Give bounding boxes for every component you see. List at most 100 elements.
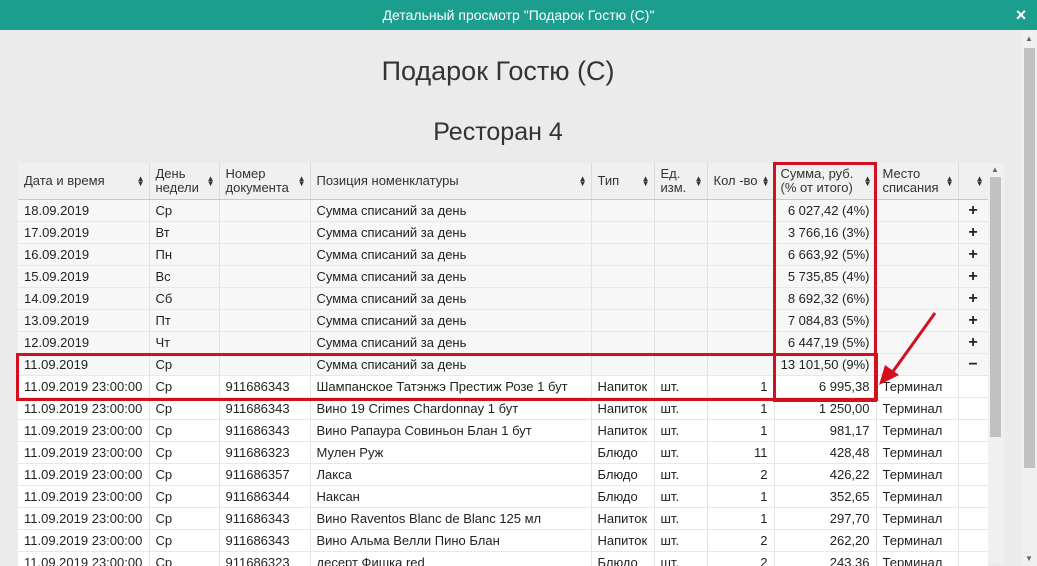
sum-cell: 428,48 [774,441,877,464]
position-cell: Сумма списаний за день [310,331,592,354]
table-scrollbar-thumb[interactable] [990,177,1001,437]
expand-icon[interactable]: + [958,265,988,288]
table-scrollbar[interactable]: ▲ [988,163,1004,563]
scroll-up-icon[interactable]: ▲ [991,165,999,174]
sort-icon[interactable]: ▲ ▼ [762,175,770,188]
sum-cell: 6 027,42 (4%) [774,199,877,222]
table-body: 18.09.2019 Ср Сумма списаний за день 6 027,… [18,199,988,566]
column-header-label: Кол -во [713,173,758,188]
doc-cell: 911686343 [219,529,311,552]
qty-cell: 1 [707,485,775,508]
sum-cell: 981,17 [774,419,877,442]
day-cell: Ср [149,419,220,442]
page-scrollbar-thumb[interactable] [1024,48,1035,468]
qty-cell: 1 [707,375,775,398]
type-cell: Блюдо [591,463,655,486]
day-cell: Ср [149,551,220,566]
type-cell: Напиток [591,507,655,530]
expand-icon[interactable]: + [958,221,988,244]
unit-cell [654,243,708,266]
position-cell: Сумма списаний за день [310,265,592,288]
column-header-7[interactable]: Сумма, руб. (% от итого) ▲ ▼ [774,163,877,200]
expand-icon[interactable]: + [958,331,988,354]
qty-cell [707,331,775,354]
doc-cell: 911686343 [219,397,311,420]
table-row-detail: 11.09.2019 23:00:00 Ср 911686357 Лакса Блюдо… [18,463,988,486]
column-header-0[interactable]: Дата и время ▲ ▼ [18,163,150,200]
column-header-label: Ед. изм. [660,166,687,195]
expand-icon[interactable]: + [958,287,988,310]
date-cell: 16.09.2019 [18,243,150,266]
qty-cell [707,221,775,244]
datetime-cell: 11.09.2019 23:00:00 [18,463,150,486]
place-cell: Терминал [876,507,959,530]
sort-icon[interactable]: ▲ ▼ [137,175,145,188]
doc-cell [219,199,311,222]
sum-cell: 6 663,92 (5%) [774,243,877,266]
sort-icon[interactable]: ▲ ▼ [298,175,306,188]
action-cell [958,441,988,464]
action-cell [958,485,988,508]
table-row-detail: 11.09.2019 23:00:00 Ср 911686344 Наксан Блюд… [18,485,988,508]
place-cell [876,221,959,244]
datetime-cell: 11.09.2019 23:00:00 [18,529,150,552]
sort-icon[interactable]: ▲ ▼ [695,175,703,188]
sort-icon[interactable]: ▲ ▼ [642,175,650,188]
type-cell: Блюдо [591,551,655,566]
column-header-6[interactable]: Кол -во ▲ ▼ [707,163,775,200]
day-cell: Ср [149,199,220,222]
qty-cell: 11 [707,441,775,464]
unit-cell [654,265,708,288]
unit-cell [654,309,708,332]
sort-icon[interactable]: ▲ ▼ [864,175,872,188]
type-cell: Напиток [591,375,655,398]
position-cell: Вино Raventos Blanc de Blanc 125 мл [310,507,592,530]
day-cell: Вт [149,221,220,244]
collapse-icon[interactable]: − [958,353,988,376]
column-header-8[interactable]: Место списания ▲ ▼ [876,163,959,200]
doc-cell [219,309,311,332]
page-scroll-up-icon[interactable]: ▲ [1025,34,1033,43]
doc-cell: 911686344 [219,485,311,508]
expand-icon[interactable]: + [958,243,988,266]
type-cell [591,331,655,354]
action-cell [958,463,988,486]
doc-cell [219,221,311,244]
date-cell: 17.09.2019 [18,221,150,244]
type-cell: Блюдо [591,485,655,508]
type-cell: Напиток [591,419,655,442]
unit-cell: шт. [654,507,708,530]
qty-cell [707,287,775,310]
column-header-3[interactable]: Позиция номенклатуры ▲ ▼ [310,163,592,200]
date-cell: 15.09.2019 [18,265,150,288]
datetime-cell: 11.09.2019 23:00:00 [18,419,150,442]
column-header-9[interactable]: ▲ ▼ [958,163,988,200]
place-cell: Терминал [876,551,959,566]
page-scroll-down-icon[interactable]: ▼ [1025,554,1033,563]
datetime-cell: 11.09.2019 23:00:00 [18,551,150,566]
table-row-detail: 11.09.2019 23:00:00 Ср 911686343 Шампанское… [18,375,988,398]
doc-cell [219,353,311,376]
close-icon[interactable]: × [1013,6,1029,24]
expand-icon[interactable]: + [958,199,988,222]
position-cell: Сумма списаний за день [310,309,592,332]
qty-cell: 1 [707,419,775,442]
sort-icon[interactable]: ▲ ▼ [579,175,587,188]
sort-icon[interactable]: ▲ ▼ [946,175,954,188]
column-header-1[interactable]: День недели ▲ ▼ [149,163,220,200]
type-cell [591,199,655,222]
position-cell: Сумма списаний за день [310,287,592,310]
sum-cell: 13 101,50 (9%) [774,353,877,376]
sort-icon[interactable]: ▲ ▼ [976,175,984,188]
window-titlebar: Детальный просмотр "Подарок Гостю (С)" × [0,0,1037,30]
action-cell [958,419,988,442]
action-cell [958,375,988,398]
sort-icon[interactable]: ▲ ▼ [207,175,215,188]
day-cell: Ср [149,353,220,376]
column-header-5[interactable]: Ед. изм. ▲ ▼ [654,163,708,200]
page-scrollbar[interactable]: ▲ ▼ [1022,30,1037,566]
unit-cell [654,221,708,244]
column-header-4[interactable]: Тип ▲ ▼ [591,163,655,200]
expand-icon[interactable]: + [958,309,988,332]
column-header-2[interactable]: Номер документа ▲ ▼ [219,163,311,200]
